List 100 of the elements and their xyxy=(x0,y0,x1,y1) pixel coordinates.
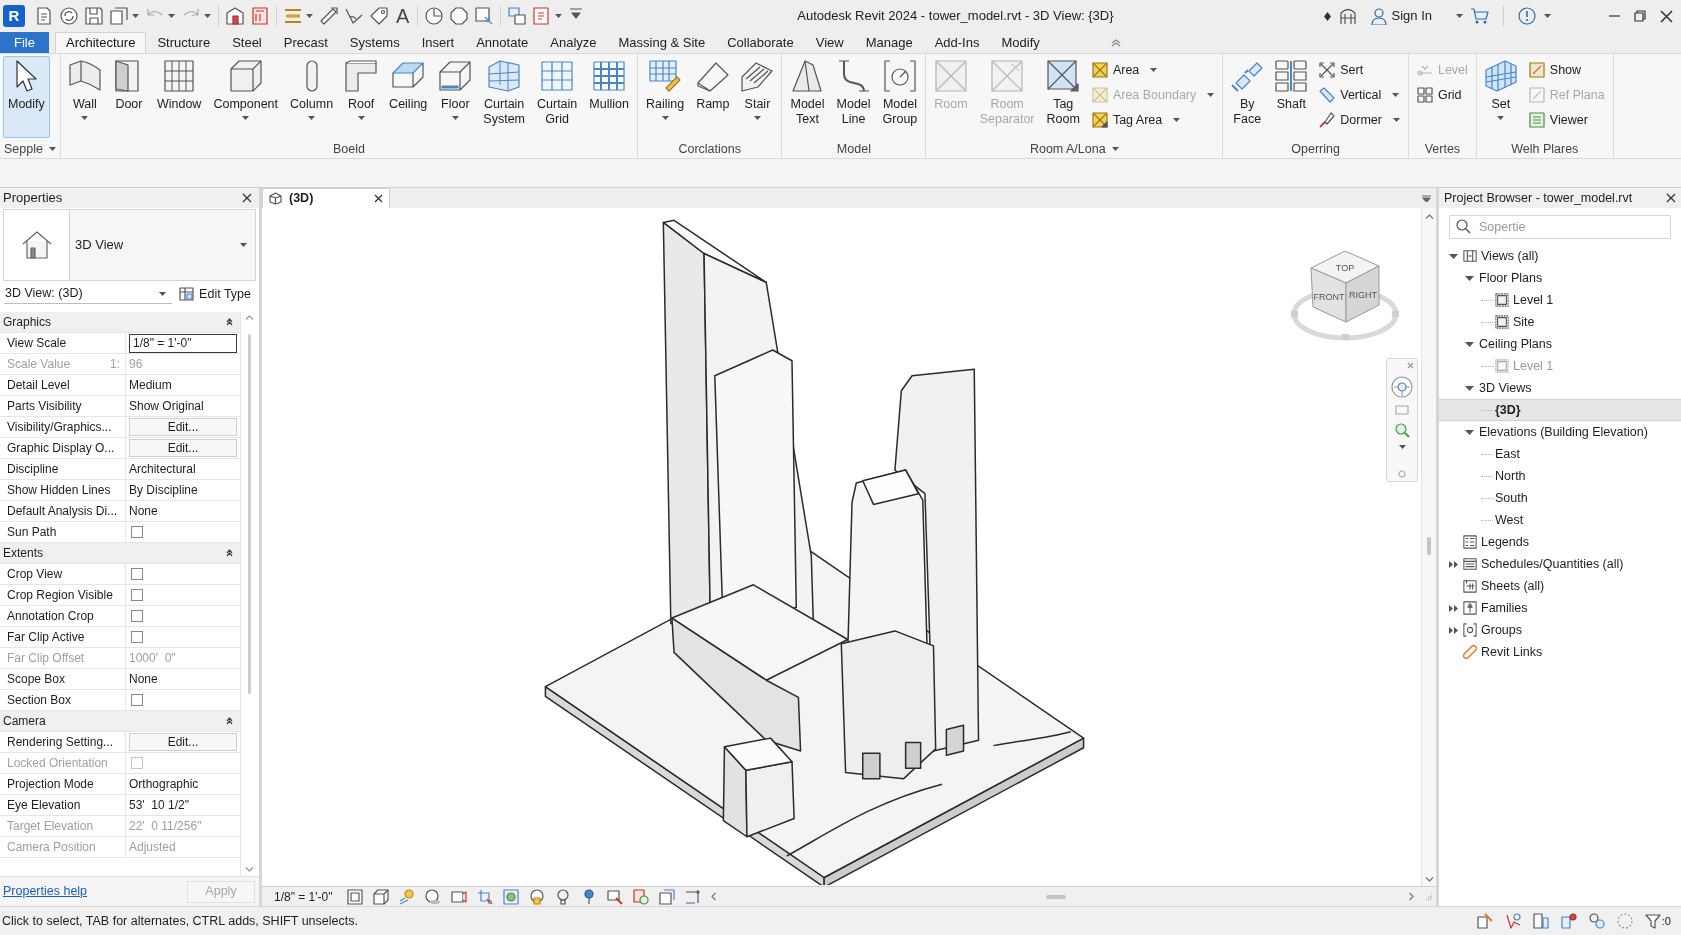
ribbon-tab[interactable]: Collaborate xyxy=(716,32,805,53)
angle-icon[interactable] xyxy=(345,7,363,25)
type-selector[interactable]: 3D View xyxy=(3,209,256,281)
scroll-left-icon[interactable] xyxy=(710,892,716,901)
cart-icon[interactable] xyxy=(1471,8,1489,24)
columns-icon[interactable] xyxy=(1338,7,1357,25)
tree-item[interactable]: Sheets (all) xyxy=(1463,576,1545,596)
filter-icon[interactable] xyxy=(1644,913,1661,929)
close-icon[interactable] xyxy=(374,194,383,203)
ribbon-button[interactable]: Sert xyxy=(1317,60,1402,80)
tree-item[interactable]: East xyxy=(1495,444,1520,464)
camera-icon[interactable] xyxy=(450,888,467,905)
caret-icon[interactable] xyxy=(1544,14,1551,18)
caret-icon[interactable] xyxy=(204,14,211,18)
resize-grip-icon[interactable] xyxy=(1424,892,1432,901)
diamond-icon[interactable] xyxy=(1323,11,1331,21)
tree-item[interactable]: South xyxy=(1495,488,1528,508)
tree-item[interactable]: Groups xyxy=(1463,620,1522,640)
checkbox[interactable] xyxy=(131,610,143,622)
tree-item[interactable]: 3D Views xyxy=(1479,378,1532,398)
dimension-icon[interactable] xyxy=(284,7,302,25)
expand-toggle-icon[interactable] xyxy=(1449,626,1458,634)
tree-item[interactable]: Site xyxy=(1495,312,1535,332)
ribbon-button[interactable]: Column xyxy=(285,56,339,138)
steering-wheel-icon[interactable] xyxy=(1391,376,1413,398)
ribbon-button[interactable]: Area xyxy=(1089,60,1217,80)
scroll-down-icon[interactable] xyxy=(245,867,254,872)
ribbon-tab[interactable]: Massing & Site xyxy=(607,32,717,53)
pinned-icon[interactable] xyxy=(1560,913,1577,929)
ribbon-button[interactable]: Modify xyxy=(3,56,50,138)
tree-item[interactable]: Schedules/Quantities (all) xyxy=(1463,554,1624,574)
tag-icon[interactable] xyxy=(370,7,388,25)
overlap-squares-icon[interactable] xyxy=(658,888,675,905)
file-tab[interactable]: File xyxy=(0,32,49,53)
checkbox[interactable] xyxy=(131,694,143,706)
caret-icon[interactable] xyxy=(168,14,175,18)
alert-icon[interactable] xyxy=(1518,7,1536,25)
close-icon[interactable] xyxy=(242,193,252,203)
circles-icon[interactable] xyxy=(1588,913,1605,929)
ribbon-tab[interactable]: Structure xyxy=(146,32,222,53)
collapse-toggle-icon[interactable] xyxy=(1465,429,1474,435)
ribbon-tab[interactable]: Steel xyxy=(221,32,273,53)
sign-in-button[interactable]: Sign In xyxy=(1370,6,1432,26)
ribbon-button[interactable]: Tag Room xyxy=(1041,56,1085,138)
cube-icon[interactable] xyxy=(372,888,389,905)
edit-button[interactable]: Edit... xyxy=(129,418,237,436)
checkbox[interactable] xyxy=(131,526,143,538)
ribbon-button[interactable]: Grid xyxy=(1414,85,1470,105)
house-icon[interactable] xyxy=(226,7,244,25)
document-icon[interactable] xyxy=(35,7,53,25)
ribbon-tab[interactable]: View xyxy=(804,32,855,53)
instance-dropdown[interactable]: 3D View: (3D) xyxy=(4,284,172,304)
ribbon-button[interactable]: Tag Area xyxy=(1089,110,1217,130)
text-tool-button[interactable]: A xyxy=(395,6,411,26)
restore-icon[interactable] xyxy=(1634,10,1646,22)
zigzag-icon[interactable] xyxy=(1504,913,1521,929)
tree-item[interactable]: Legends xyxy=(1463,532,1529,552)
ribbon-button[interactable]: Viewer xyxy=(1526,110,1607,130)
ribbon-button[interactable]: Model Text xyxy=(785,56,830,138)
tree-item[interactable]: North xyxy=(1495,466,1526,486)
save-icon[interactable] xyxy=(85,7,103,25)
ribbon-button[interactable]: Shaft xyxy=(1270,56,1313,138)
checkbox[interactable] xyxy=(131,631,143,643)
collapse-toggle-icon[interactable] xyxy=(1465,275,1474,281)
checkbox[interactable] xyxy=(131,568,143,580)
collapse-toggle-icon[interactable] xyxy=(1449,253,1458,259)
caret-icon[interactable] xyxy=(1398,445,1406,449)
ribbon-tab[interactable]: Architecture xyxy=(55,32,147,53)
ribbon-button[interactable]: Door xyxy=(107,56,150,138)
pie-chart-icon[interactable] xyxy=(425,7,444,25)
tree-item[interactable]: Floor Plans xyxy=(1479,268,1543,288)
highlight-icon[interactable] xyxy=(606,888,623,905)
diagonal-arrow-icon[interactable] xyxy=(320,7,338,25)
tree-item[interactable]: Elevations (Building Elevation) xyxy=(1479,422,1648,442)
detail-level-icon[interactable] xyxy=(346,888,363,905)
expand-toggle-icon[interactable] xyxy=(1449,604,1458,612)
caret-icon[interactable] xyxy=(132,14,139,18)
double-chevron-icon[interactable] xyxy=(1110,38,1121,47)
ribbon-button[interactable]: Component xyxy=(208,56,284,138)
ribbon-button[interactable]: Set xyxy=(1479,56,1522,138)
tree-item[interactable]: Revit Links xyxy=(1463,642,1543,662)
scrollbar-thumb[interactable] xyxy=(248,334,251,694)
tree-item[interactable]: West xyxy=(1495,510,1524,530)
ribbon-button[interactable]: Model Group xyxy=(877,56,923,138)
constraints-icon[interactable] xyxy=(684,888,701,905)
scroll-up-icon[interactable] xyxy=(245,315,254,320)
ribbon-button[interactable]: Stair xyxy=(736,56,779,138)
lock-icon[interactable] xyxy=(528,888,545,905)
ribbon-button[interactable]: By Face xyxy=(1226,56,1269,138)
caret-icon[interactable] xyxy=(555,14,563,18)
caret-icon[interactable] xyxy=(1111,147,1119,151)
scroll-down-icon[interactable] xyxy=(1424,877,1434,882)
ribbon-button[interactable]: Curtain System xyxy=(478,56,530,138)
ribbon-button[interactable]: Ceiling xyxy=(384,56,433,138)
caret-icon[interactable] xyxy=(48,147,56,151)
ribbon-button[interactable]: Vertical xyxy=(1317,85,1402,105)
scroll-right-icon[interactable] xyxy=(1409,892,1414,901)
edit-button[interactable]: Edit... xyxy=(129,439,237,457)
caret-icon[interactable] xyxy=(1456,14,1463,18)
ribbon-button[interactable]: Roof xyxy=(340,56,383,138)
